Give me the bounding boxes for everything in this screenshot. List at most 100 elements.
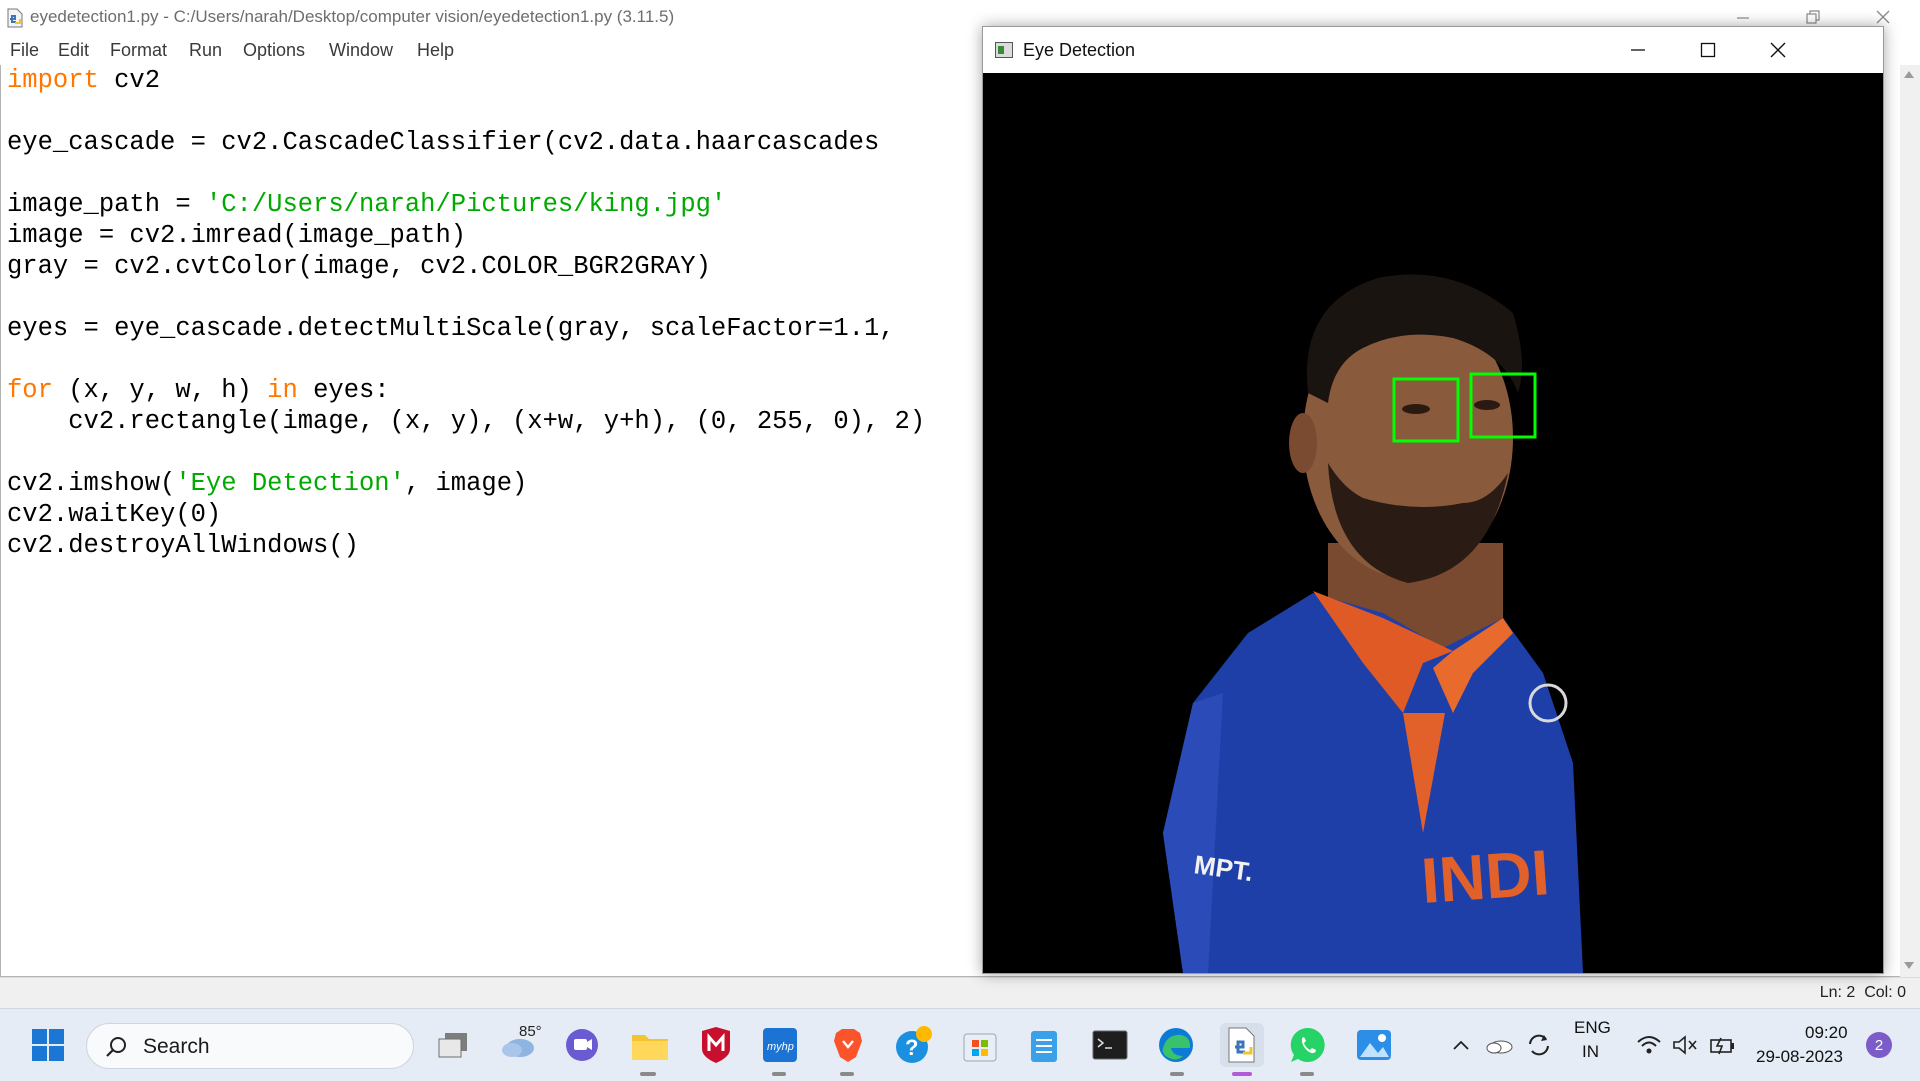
vertical-scrollbar[interactable] xyxy=(1900,65,1920,977)
brave-browser-button[interactable] xyxy=(826,1023,870,1067)
eye-minimize-button[interactable] xyxy=(1603,27,1673,73)
code-keyword: import xyxy=(7,66,99,95)
get-help-button[interactable]: ? xyxy=(892,1023,936,1067)
code-line[interactable] xyxy=(7,437,925,468)
svg-text:myhp: myhp xyxy=(767,1041,794,1053)
scroll-up-icon[interactable] xyxy=(1904,71,1914,78)
whatsapp-button[interactable] xyxy=(1286,1023,1330,1067)
eye-maximize-button[interactable] xyxy=(1673,27,1743,73)
minimize-icon xyxy=(1737,17,1749,19)
eye-detection-window[interactable]: Eye Detection MPT. INDI xyxy=(982,26,1884,974)
code-token: cv2.destroyAllWindows() xyxy=(7,531,359,560)
eye-close-button[interactable] xyxy=(1743,27,1813,73)
taskbar-search[interactable]: Search xyxy=(86,1023,414,1069)
menu-format[interactable]: Format xyxy=(110,40,167,61)
code-line[interactable]: image = cv2.imread(image_path) xyxy=(7,220,925,251)
minimize-icon xyxy=(1631,49,1645,51)
code-line[interactable]: for (x, y, w, h) in eyes: xyxy=(7,375,925,406)
code-line[interactable] xyxy=(7,158,925,189)
mcafee-button[interactable] xyxy=(694,1023,738,1067)
code-line[interactable] xyxy=(7,344,925,375)
volume-status[interactable] xyxy=(1670,1023,1700,1067)
code-token: image_path = xyxy=(7,190,206,219)
menu-file[interactable]: File xyxy=(10,40,39,61)
close-icon xyxy=(1876,10,1890,24)
terminal-button[interactable] xyxy=(1088,1023,1132,1067)
file-explorer-button[interactable] xyxy=(628,1023,672,1067)
help-icon: ? xyxy=(896,1026,932,1063)
code-token: , image) xyxy=(404,469,528,498)
sync-status-button[interactable] xyxy=(1524,1023,1554,1067)
wifi-status[interactable] xyxy=(1634,1023,1664,1067)
close-icon xyxy=(1770,42,1786,58)
folder-icon xyxy=(632,1035,668,1060)
edge-icon xyxy=(1159,1028,1193,1062)
search-label: Search xyxy=(143,1035,210,1058)
code-token: cv2.imshow( xyxy=(7,469,176,498)
idle-active-indicator xyxy=(1232,1072,1252,1076)
code-line[interactable]: eyes = eye_cascade.detectMultiScale(gray… xyxy=(7,313,925,344)
edge-running-indicator xyxy=(1170,1072,1184,1076)
volume-muted-icon xyxy=(1673,1035,1697,1055)
code-token: eyes = eye_cascade.detectMultiScale(gray… xyxy=(7,314,895,343)
detection-image: MPT. INDI xyxy=(983,73,1883,973)
notification-badge[interactable]: 2 xyxy=(1866,1032,1892,1058)
idle-python-button[interactable] xyxy=(1220,1023,1264,1067)
battery-status[interactable] xyxy=(1708,1023,1738,1067)
show-hidden-icons-button[interactable] xyxy=(1448,1023,1474,1067)
maximize-icon xyxy=(1700,42,1716,58)
code-token: cv2.rectangle(image, (x, y), (x+w, y+h),… xyxy=(7,407,926,436)
myhp-running-indicator xyxy=(772,1072,786,1076)
cursor-position: Ln: 2 Col: 0 xyxy=(1819,984,1906,1001)
svg-text:INDI: INDI xyxy=(1419,836,1552,917)
mcafee-shield-icon xyxy=(702,1027,730,1063)
wifi-icon xyxy=(1637,1036,1661,1054)
menu-options[interactable]: Options xyxy=(243,40,305,61)
input-region[interactable]: IN xyxy=(1582,1042,1599,1062)
code-line[interactable] xyxy=(7,96,925,127)
code-token: cv2 xyxy=(98,66,161,95)
code-token: (x, y, w, h) xyxy=(52,376,268,405)
code-line[interactable]: import cv2 xyxy=(7,65,925,96)
code-line[interactable]: cv2.rectangle(image, (x, y), (x+w, y+h),… xyxy=(7,406,925,437)
microsoft-store-button[interactable] xyxy=(958,1023,1002,1067)
code-line[interactable]: eye_cascade = cv2.CascadeClassifier(cv2.… xyxy=(7,127,925,158)
code-line[interactable]: gray = cv2.cvtColor(image, cv2.COLOR_BGR… xyxy=(7,251,925,282)
clock-time[interactable]: 09:20 xyxy=(1805,1023,1848,1043)
sync-icon xyxy=(1529,1034,1549,1056)
task-view-button[interactable] xyxy=(431,1023,475,1067)
window-title: eyedetection1.py - C:/Users/narah/Deskto… xyxy=(30,7,675,26)
notepad-icon xyxy=(1031,1031,1057,1062)
menu-edit[interactable]: Edit xyxy=(58,40,89,61)
code-text[interactable]: import cv2 eye_cascade = cv2.CascadeClas… xyxy=(7,65,925,561)
teams-chat-button[interactable] xyxy=(560,1023,604,1067)
edge-browser-button[interactable] xyxy=(1154,1023,1198,1067)
photos-button[interactable] xyxy=(1352,1023,1396,1067)
myhp-button[interactable]: myhp xyxy=(758,1023,802,1067)
code-token: eye_cascade = cv2.CascadeClassifier(cv2.… xyxy=(7,128,880,157)
python-file-icon xyxy=(7,8,23,28)
notepad-button[interactable] xyxy=(1022,1023,1066,1067)
code-token: image = cv2.imread(image_path) xyxy=(7,221,467,250)
search-icon xyxy=(106,1037,126,1057)
eye-window-title: Eye Detection xyxy=(1023,40,1136,60)
start-button[interactable] xyxy=(26,1023,70,1067)
menu-window[interactable]: Window xyxy=(329,40,393,61)
whatsapp-running-indicator xyxy=(1300,1072,1314,1076)
portrait-image: MPT. INDI xyxy=(983,73,1883,973)
taskbar: Search 85° myhp ? ENG IN 09:20 29-08-202… xyxy=(0,1008,1920,1081)
photos-icon xyxy=(1357,1030,1391,1060)
code-line[interactable]: cv2.imshow('Eye Detection', image) xyxy=(7,468,925,499)
restore-icon xyxy=(1806,10,1820,24)
code-line[interactable]: cv2.destroyAllWindows() xyxy=(7,530,925,561)
brave-running-indicator xyxy=(840,1072,854,1076)
code-line[interactable]: image_path = 'C:/Users/narah/Pictures/ki… xyxy=(7,189,925,220)
menu-help[interactable]: Help xyxy=(417,40,454,61)
menu-run[interactable]: Run xyxy=(189,40,222,61)
scroll-down-icon[interactable] xyxy=(1904,962,1914,969)
clock-date[interactable]: 29-08-2023 xyxy=(1756,1047,1843,1067)
code-line[interactable]: cv2.waitKey(0) xyxy=(7,499,925,530)
input-language[interactable]: ENG xyxy=(1574,1018,1611,1038)
code-line[interactable] xyxy=(7,282,925,313)
onedrive-button[interactable] xyxy=(1484,1023,1514,1067)
